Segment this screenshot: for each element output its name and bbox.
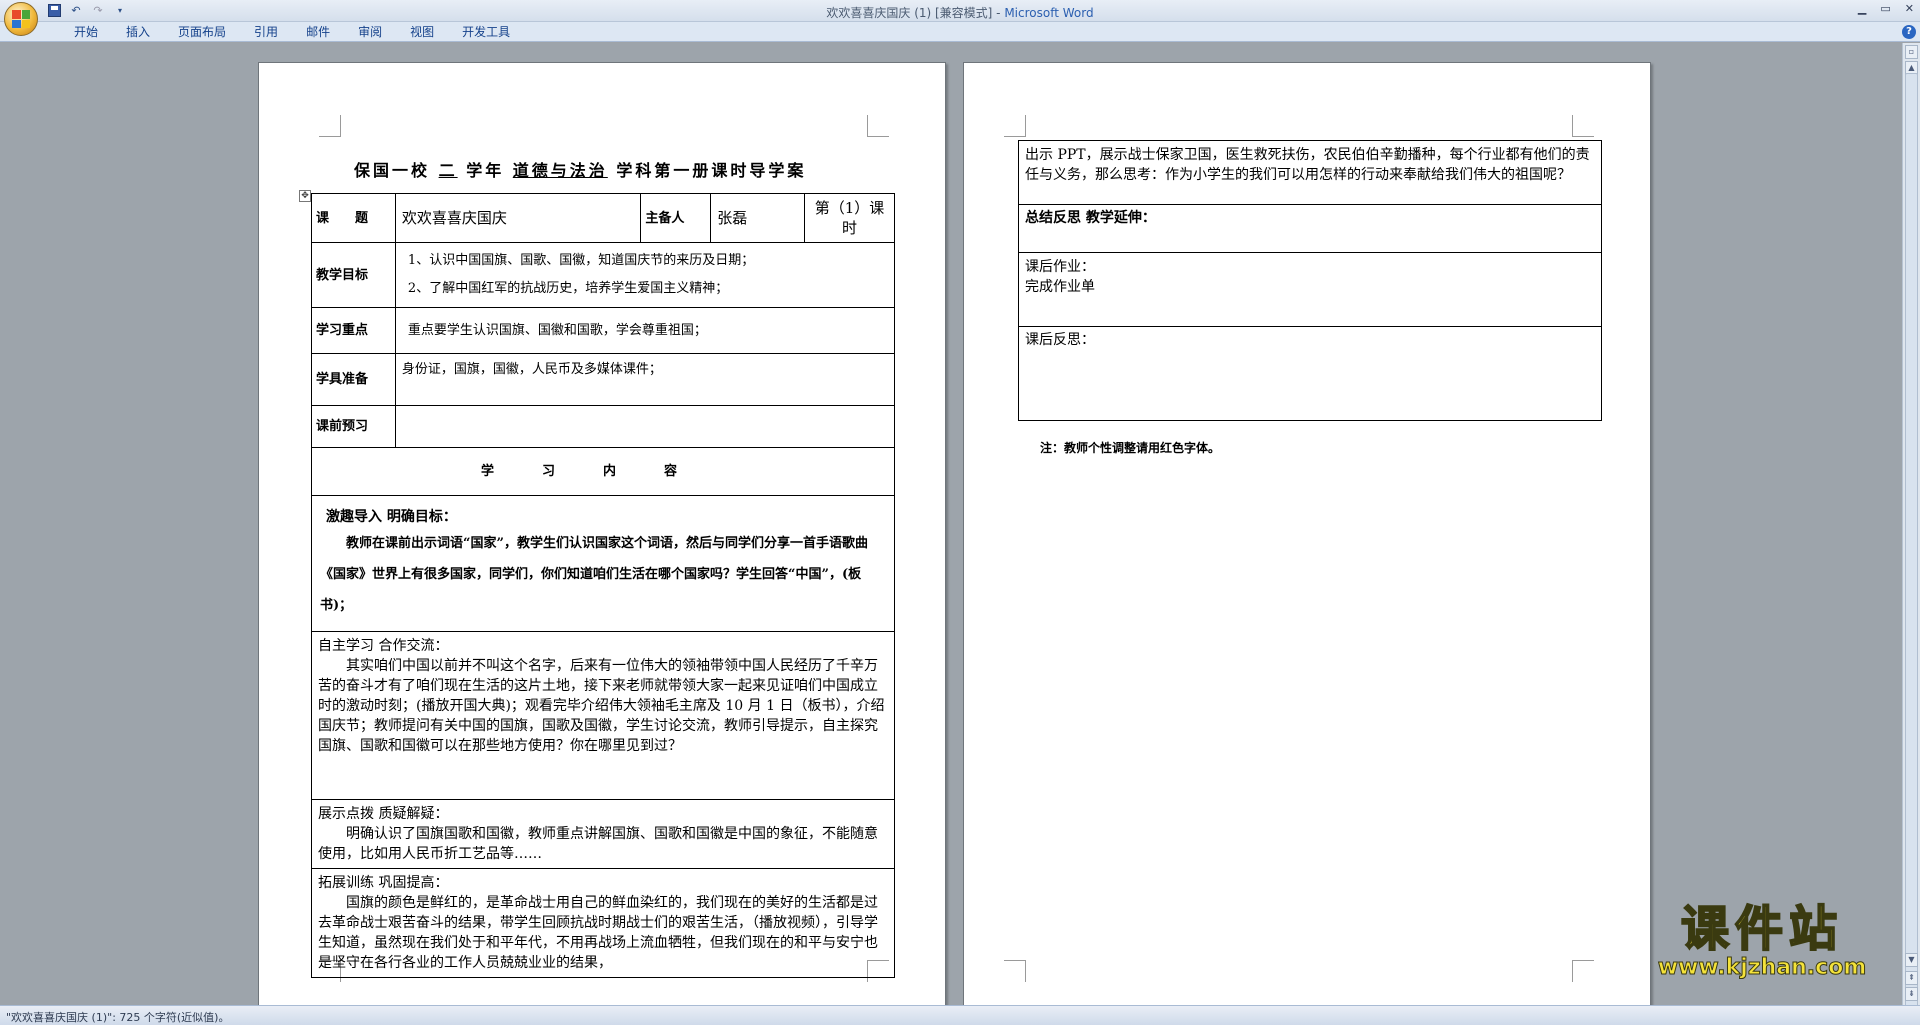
table-row: 教学目标 1、认识中国国旗、国歌、国徽，知道国庆节的来历及日期； 2、了解中国红… bbox=[311, 242, 896, 308]
table-row: 课前预习 bbox=[311, 405, 896, 448]
grade-value: 二 bbox=[438, 161, 458, 180]
document-workspace[interactable]: 保国一校 二 学年 道德与法治 学科第一册课时导学案 ✥ 课 题 欢欢喜喜庆国庆… bbox=[0, 43, 1902, 1005]
vertical-scrollbar[interactable]: ▫ ▲ ▼ ⇞ ⇟ bbox=[1902, 43, 1920, 1013]
continued-content[interactable]: 出示 PPT，展示战士保家卫国，医生救死扶伤，农民伯伯辛勤播种，每个行业都有他们… bbox=[1018, 140, 1602, 205]
table-row: 出示 PPT，展示战士保家卫国，医生救死扶伤，农民伯伯辛勤播种，每个行业都有他们… bbox=[1018, 140, 1602, 205]
tab-home[interactable]: 开始 bbox=[60, 25, 112, 39]
ruler-toggle-icon[interactable]: ▫ bbox=[1905, 45, 1918, 59]
key-points-value[interactable]: 重点要学生认识国旗、国徽和国歌，学会尊重祖国； bbox=[394, 307, 896, 354]
explain-body: 明确认识了国旗国歌和国徽，教师重点讲解国旗、国歌和国徽是中国的象征，不能随意使用… bbox=[318, 826, 878, 862]
intro-section[interactable]: 激趣导入 明确目标： 教师在课前出示词语“国家”，教学生们认识国家这个词语，然后… bbox=[311, 495, 895, 632]
homework-cell[interactable]: 课后作业： 完成作业单 bbox=[1018, 252, 1602, 327]
explain-section[interactable]: 展示点拨 质疑解疑： 明确认识了国旗国歌和国徽，教师重点讲解国旗、国歌和国徽是中… bbox=[311, 799, 895, 869]
crop-mark bbox=[1004, 115, 1026, 137]
topic-label: 课 题 bbox=[311, 193, 396, 243]
goal-item: 2、了解中国红军的抗战历史，培养学生爱国主义精神； bbox=[407, 281, 729, 296]
crop-mark bbox=[1572, 960, 1594, 982]
table-row: 拓展训练 巩固提高： 国旗的颜色是鲜红的，是革命战士用自己的鲜血染红的，我们现在… bbox=[311, 868, 895, 978]
watermark-url-text: www.kjzhan.com bbox=[1657, 955, 1867, 980]
maximize-icon[interactable]: ▭ bbox=[1880, 2, 1890, 15]
key-points-label: 学习重点 bbox=[311, 307, 396, 354]
tab-insert[interactable]: 插入 bbox=[112, 25, 164, 39]
preview-label: 课前预习 bbox=[311, 405, 396, 448]
window-controls: ▁ ▭ ✕ bbox=[1858, 2, 1914, 15]
crop-mark bbox=[1572, 115, 1594, 137]
crop-mark bbox=[319, 115, 341, 137]
after-class-reflection[interactable]: 课后反思： bbox=[1018, 326, 1602, 421]
tab-view[interactable]: 视图 bbox=[396, 25, 448, 39]
table-row: 总结反思 教学延伸： bbox=[1018, 204, 1602, 253]
minimize-icon[interactable]: ▁ bbox=[1858, 2, 1866, 15]
topic-value[interactable]: 欢欢喜喜庆国庆 bbox=[394, 193, 642, 243]
word-count-status[interactable]: "欢欢喜喜庆国庆 (1)": 725 个字符(近似值)。 bbox=[6, 1011, 229, 1024]
intro-title: 激趣导入 明确目标： bbox=[326, 509, 457, 525]
title-bar: ↶ ↷ ▾ 欢欢喜喜庆国庆 (1) [兼容模式] - Microsoft Wor… bbox=[0, 0, 1920, 36]
table-row: 激趣导入 明确目标： 教师在课前出示词语“国家”，教学生们认识国家这个词语，然后… bbox=[311, 495, 895, 632]
extension-body: 国旗的颜色是鲜红的，是革命战士用自己的鲜血染红的，我们现在的美好的生活都是过去革… bbox=[318, 895, 878, 971]
self-study-body: 其实咱们中国以前并不叫这个名字，后来有一位伟大的领袖带领中国人民经历了千辛万苦的… bbox=[318, 658, 885, 754]
tab-references[interactable]: 引用 bbox=[240, 25, 292, 39]
tab-mailings[interactable]: 邮件 bbox=[292, 25, 344, 39]
site-watermark-logo: 课件站 www.kjzhan.com bbox=[1642, 900, 1882, 981]
self-study-title: 自主学习 合作交流： bbox=[318, 638, 449, 654]
page-title: 保国一校 二 学年 道德与法治 学科第一册课时导学案 bbox=[354, 157, 874, 181]
close-icon[interactable]: ✕ bbox=[1905, 2, 1914, 15]
table-row: 课 题 欢欢喜喜庆国庆 主备人 张磊 第（1）课时 bbox=[311, 193, 895, 243]
self-study-section[interactable]: 自主学习 合作交流： 其实咱们中国以前并不叫这个名字，后来有一位伟大的领袖带领中… bbox=[311, 631, 895, 800]
table-row: 学具准备 身份证，国旗，国徽，人民币及多媒体课件； bbox=[311, 353, 896, 406]
table-row: 自主学习 合作交流： 其实咱们中国以前并不叫这个名字，后来有一位伟大的领袖带领中… bbox=[311, 631, 895, 800]
tab-page-layout[interactable]: 页面布局 bbox=[164, 25, 240, 39]
school-name: 保国一校 bbox=[354, 161, 431, 180]
table-row: 课后作业： 完成作业单 bbox=[1018, 252, 1602, 327]
materials-label: 学具准备 bbox=[311, 353, 396, 406]
materials-value[interactable]: 身份证，国旗，国徽，人民币及多媒体课件； bbox=[394, 353, 896, 406]
ribbon-tab-bar: 开始 插入 页面布局 引用 邮件 审阅 视图 开发工具 ? bbox=[0, 22, 1920, 42]
preparer-label: 主备人 bbox=[640, 193, 712, 243]
guide-label: 学科第一册课时导学案 bbox=[616, 161, 807, 180]
document-page-2[interactable]: 出示 PPT，展示战士保家卫国，医生救死扶伤，农民伯伯辛勤播种，每个行业都有他们… bbox=[963, 62, 1651, 1005]
help-icon[interactable]: ? bbox=[1902, 25, 1916, 39]
office-logo-icon bbox=[12, 10, 30, 28]
subject-value: 道德与法治 bbox=[512, 161, 608, 180]
explain-title: 展示点拨 质疑解疑： bbox=[318, 806, 449, 822]
preview-value[interactable] bbox=[394, 405, 896, 448]
document-title: 欢欢喜喜庆国庆 (1) [兼容模式] - bbox=[826, 6, 1005, 20]
year-label: 学年 bbox=[466, 161, 505, 180]
lesson-plan-table-continued: 出示 PPT，展示战士保家卫国，医生救死扶伤，农民伯伯辛勤播种，每个行业都有他们… bbox=[1018, 140, 1602, 421]
goals-label: 教学目标 bbox=[311, 242, 396, 308]
status-bar: "欢欢喜喜庆国庆 (1)": 725 个字符(近似值)。 bbox=[0, 1005, 1920, 1025]
tab-developer[interactable]: 开发工具 bbox=[448, 25, 524, 39]
next-page-icon[interactable]: ⇟ bbox=[1905, 987, 1918, 1001]
period-value[interactable]: 第（1）课时 bbox=[804, 193, 895, 243]
document-page-1[interactable]: 保国一校 二 学年 道德与法治 学科第一册课时导学案 ✥ 课 题 欢欢喜喜庆国庆… bbox=[258, 62, 946, 1005]
app-name: Microsoft Word bbox=[1004, 6, 1094, 20]
table-row: 展示点拨 质疑解疑： 明确认识了国旗国歌和国徽，教师重点讲解国旗、国歌和国徽是中… bbox=[311, 799, 895, 869]
lesson-plan-table: 课 题 欢欢喜喜庆国庆 主备人 张磊 第（1）课时 教学目标 1、认识中国国旗、… bbox=[311, 193, 896, 978]
goals-cell[interactable]: 1、认识中国国旗、国歌、国徽，知道国庆节的来历及日期； 2、了解中国红军的抗战历… bbox=[394, 242, 896, 308]
intro-body: 教师在课前出示词语“国家”，教学生们认识国家这个词语，然后与同学们分享一首手语歌… bbox=[320, 536, 868, 613]
content-section-header: 学习内容 bbox=[311, 447, 895, 496]
crop-mark bbox=[1004, 960, 1026, 982]
window-title: 欢欢喜喜庆国庆 (1) [兼容模式] - Microsoft Word bbox=[0, 4, 1920, 21]
extension-section[interactable]: 拓展训练 巩固提高： 国旗的颜色是鲜红的，是革命战士用自己的鲜血染红的，我们现在… bbox=[311, 868, 895, 978]
office-button[interactable] bbox=[4, 2, 38, 36]
crop-mark bbox=[867, 115, 889, 137]
teacher-note: 注：教师个性调整请用红色字体。 bbox=[1040, 441, 1221, 455]
table-row: 学习内容 bbox=[311, 447, 895, 496]
homework-title: 课后作业： bbox=[1025, 259, 1095, 275]
previous-page-icon[interactable]: ⇞ bbox=[1905, 971, 1918, 985]
homework-body: 完成作业单 bbox=[1025, 279, 1095, 295]
table-row: 学习重点 重点要学生认识国旗、国徽和国歌，学会尊重祖国； bbox=[311, 307, 896, 354]
scroll-thumb[interactable] bbox=[1905, 73, 1918, 1013]
goal-item: 1、认识中国国旗、国歌、国徽，知道国庆节的来历及日期； bbox=[407, 253, 755, 268]
ribbon-tabs: 开始 插入 页面布局 引用 邮件 审阅 视图 开发工具 bbox=[60, 25, 524, 39]
summary-reflection[interactable]: 总结反思 教学延伸： bbox=[1018, 204, 1602, 253]
extension-title: 拓展训练 巩固提高： bbox=[318, 875, 449, 891]
table-move-handle-icon[interactable]: ✥ bbox=[299, 190, 311, 202]
tab-review[interactable]: 审阅 bbox=[344, 25, 396, 39]
scroll-down-icon[interactable]: ▼ bbox=[1905, 953, 1918, 967]
table-row: 课后反思： bbox=[1018, 326, 1602, 421]
preparer-value[interactable]: 张磊 bbox=[710, 193, 806, 243]
watermark-main-text: 课件站 bbox=[1680, 900, 1843, 958]
